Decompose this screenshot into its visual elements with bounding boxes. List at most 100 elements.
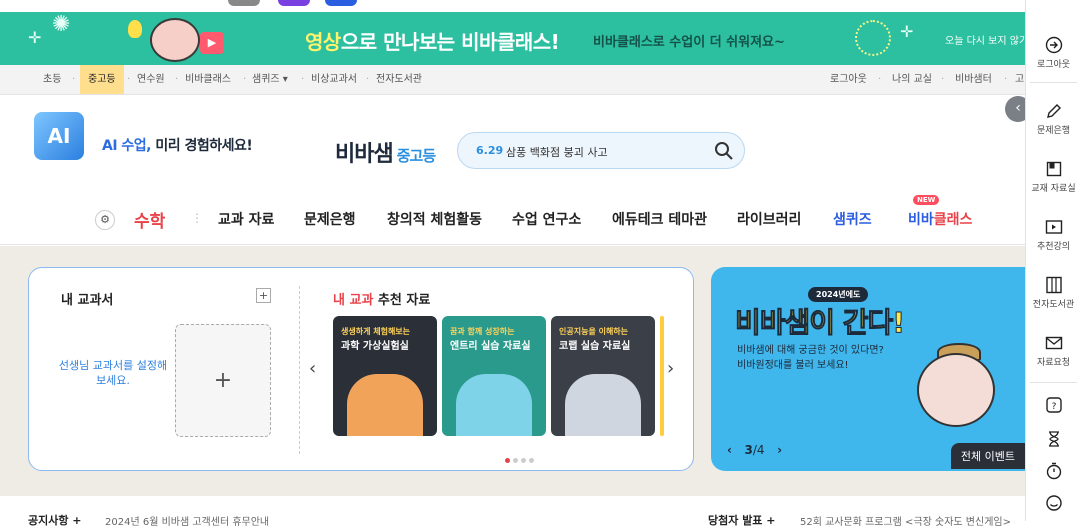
util-link-e-library[interactable]: 전자도서관: [376, 65, 422, 94]
event-prev-button[interactable]: ‹: [727, 443, 732, 457]
nav-item-lesson-lab[interactable]: 수업 연구소: [512, 209, 581, 229]
main-nav: ⚙ 수학 ⋮ 교과 자료 문제은행 창의적 체험활동 수업 연구소 에듀테크 테…: [0, 195, 1025, 245]
trending-date: 6.29: [476, 144, 504, 157]
nav-item-course-materials[interactable]: 교과 자료: [218, 209, 274, 229]
carousel-dot[interactable]: [505, 458, 510, 463]
card-title: 엔트리 실습 자료실: [450, 341, 531, 352]
quick-material-request[interactable]: 자료요청: [1026, 334, 1080, 368]
my-textbook-title: 내 교과서: [61, 293, 114, 308]
util-link-samquiz[interactable]: 샘퀴즈 ▾: [252, 65, 288, 94]
event-page-current: 3: [744, 443, 753, 457]
carousel-next-button[interactable]: ›: [667, 358, 674, 379]
search-icon[interactable]: [714, 141, 734, 161]
nav-item-samquiz[interactable]: 샘퀴즈: [833, 209, 872, 229]
event-banner[interactable]: 2024년에도 비바샘이 간다! 비바샘에 대해 궁금한 것이 있다면? 비바원정…: [711, 267, 1025, 471]
util-link-my-classroom[interactable]: 나의 교실: [892, 65, 932, 94]
divider: [1030, 82, 1077, 83]
util-link-vivasamteo[interactable]: 비바샘터: [955, 65, 992, 94]
util-link-elementary[interactable]: 초등: [43, 65, 61, 94]
separator: ⋮: [191, 211, 203, 225]
bottom-news-row: 공지사항 + 2024년 6월 비바샘 고객센터 휴무안내 당첨자 발표 + 5…: [0, 496, 1025, 528]
separator: ·: [1004, 74, 1008, 85]
separator: ·: [175, 74, 179, 85]
site-logo[interactable]: 비바샘 중고등: [335, 136, 436, 168]
new-badge: NEW: [913, 195, 940, 205]
quick-e-library[interactable]: 전자도서관: [1026, 276, 1080, 310]
separator: ·: [72, 74, 76, 85]
quick-label: 자료요청: [1036, 358, 1071, 368]
util-link-customer[interactable]: 고: [1015, 65, 1024, 94]
event-page-total: /4: [752, 443, 765, 457]
recommend-title: 내 교과 추천 자료: [333, 293, 431, 308]
carousel-dot[interactable]: [513, 458, 518, 463]
nav-item-edutech[interactable]: 에듀테크 테마관: [612, 209, 707, 229]
library-icon: [1045, 276, 1062, 294]
quick-question-bank[interactable]: 문제은행: [1026, 102, 1080, 136]
quick-logout[interactable]: 로그아웃: [1026, 36, 1080, 70]
quick-timer-tool[interactable]: [1026, 462, 1080, 480]
search-bar[interactable]: 6.29 삼풍 백화점 붕괴 사고: [457, 132, 745, 169]
util-link-logout[interactable]: 로그아웃: [830, 65, 867, 94]
event-pager: ‹ 3/4 ›: [727, 443, 782, 457]
recommend-card-science[interactable]: 생생하게 체험해보는 과학 가상실험실: [333, 316, 437, 436]
util-link-middle-high[interactable]: 중고등: [80, 65, 124, 94]
firework-icon: [855, 20, 891, 56]
quick-recommended-lectures[interactable]: 추천강의: [1026, 218, 1080, 252]
recommend-card-colab[interactable]: 인공지능을 이해하는 코랩 실습 자료실: [551, 316, 655, 436]
close-today-link[interactable]: 오늘 다시 보지 않기: [945, 32, 1025, 47]
quick-hourglass-tool[interactable]: [1026, 430, 1080, 448]
browser-top-strip: [0, 0, 1025, 12]
event-next-button[interactable]: ›: [777, 443, 782, 457]
subject-selector[interactable]: 수학: [134, 207, 165, 232]
ai-badge-icon: AI: [34, 112, 84, 160]
sparkle-icon: ✺: [52, 12, 71, 37]
notice-title[interactable]: 공지사항 +: [28, 512, 82, 528]
all-events-button[interactable]: 전체 이벤트: [950, 443, 1025, 469]
ai-promo-text: AI 수업, 미리 경험하세요!: [102, 138, 253, 154]
recommend-card-entry[interactable]: 꿈과 함께 성장하는 엔트리 실습 자료실: [442, 316, 546, 436]
nav-item-creative-activities[interactable]: 창의적 체험활동: [387, 209, 482, 229]
card-illustration: [565, 374, 641, 436]
hourglass-icon: [1048, 431, 1059, 447]
main-content: 내 교과서 + 선생님 교과서를 설정해 보세요. + 내 교과 추천 자료 ‹…: [0, 246, 1025, 496]
separator: ·: [127, 74, 131, 85]
mascot-image: [917, 353, 995, 427]
nav-item-library[interactable]: 라이브러리: [737, 209, 801, 229]
play-icon: [1045, 220, 1062, 234]
util-link-visang-textbook[interactable]: 비상교과서: [311, 65, 357, 94]
banner-subtext: 비바클래스로 수업이 더 쉬워져요~: [593, 35, 785, 50]
card-title: 과학 가상실험실: [341, 341, 409, 352]
carousel-dot[interactable]: [529, 458, 534, 463]
card-title: 코랩 실습 자료실: [559, 341, 631, 352]
lightbulb-icon: [128, 20, 142, 38]
quick-menu: 로그아웃 문제은행 교재 자료실 추천강의 전자도서관 자료요청 ?: [1025, 0, 1080, 521]
nav-item-question-bank[interactable]: 문제은행: [304, 209, 356, 229]
ai-class-promo[interactable]: AI AI 수업, 미리 경험하세요!: [30, 108, 270, 168]
timer-icon: [1046, 462, 1061, 480]
logout-icon: [1045, 36, 1062, 54]
promo-banner[interactable]: ✛ ✺ ▶ 영상으로 만나보는 비바클래스! 비바클래스로 수업이 더 쉬워져요…: [0, 12, 1025, 65]
util-link-training[interactable]: 연수원: [137, 65, 165, 94]
search-input[interactable]: 삼풍 백화점 붕괴 사고: [506, 144, 608, 160]
quick-quiz-tool[interactable]: ?: [1026, 396, 1080, 414]
carousel-dot[interactable]: [521, 458, 526, 463]
winner-title[interactable]: 당첨자 발표 +: [708, 512, 775, 528]
tab-blob-icon: [325, 0, 357, 6]
card-caption: 생생하게 체험해보는: [341, 327, 411, 336]
quick-label: 추천강의: [1036, 242, 1071, 252]
nav-item-vivaclass[interactable]: 비바클래스: [908, 209, 972, 229]
textbook-hint: 선생님 교과서를 설정해 보세요.: [58, 359, 168, 387]
carousel-prev-button[interactable]: ‹: [309, 358, 316, 379]
book-icon: [1046, 161, 1061, 177]
recommend-card-partial[interactable]: [660, 316, 664, 436]
add-textbook-box[interactable]: +: [175, 324, 271, 437]
add-textbook-button[interactable]: +: [256, 288, 271, 303]
separator: ·: [878, 74, 882, 85]
util-link-vivaclass[interactable]: 비바클래스: [185, 65, 231, 94]
card-illustration: [347, 374, 423, 436]
separator: ·: [301, 74, 305, 85]
gear-icon[interactable]: ⚙: [95, 210, 115, 230]
quick-random-tool[interactable]: [1026, 494, 1080, 512]
divider: [1030, 382, 1077, 383]
quick-textbook-materials[interactable]: 교재 자료실: [1026, 160, 1080, 194]
